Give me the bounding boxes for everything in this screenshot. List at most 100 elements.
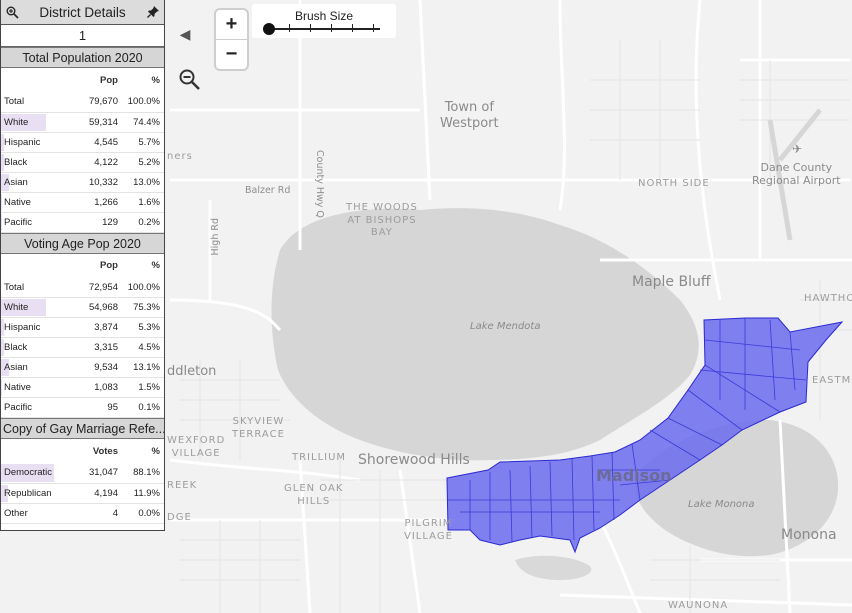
row-pop-value: 3,315: [57, 337, 122, 358]
pin-icon[interactable]: [145, 4, 161, 20]
table-row: Asian 10,332 13.0%: [1, 172, 164, 193]
row-label: Total: [4, 281, 25, 293]
brush-size-control: Brush Size: [252, 4, 396, 38]
column-header-pop: Pop: [100, 260, 118, 271]
row-pct-value: 0.1%: [122, 397, 164, 418]
label-shorewood-hills: Shorewood Hills: [358, 452, 470, 468]
table-row: White 59,314 74.4%: [1, 112, 164, 133]
district-details-panel: District Details 1 Total Population 2020…: [0, 0, 165, 531]
panel-header: District Details: [1, 0, 164, 25]
row-pop-value: 10,332: [57, 172, 122, 193]
column-header-pct: %: [151, 445, 160, 457]
row-pop-value: 1,083: [57, 377, 122, 398]
zoom-out-magnifier-icon[interactable]: [178, 68, 202, 92]
row-pct-value: 4.5%: [122, 337, 164, 358]
label-county-hwy-q: County Hwy Q: [314, 150, 325, 218]
row-pop-value: 95: [57, 397, 122, 418]
row-label-cell: Pacific: [1, 397, 57, 418]
row-label-cell: Republican: [1, 483, 57, 504]
label-monona: Monona: [781, 527, 837, 543]
row-label: Native: [4, 196, 31, 208]
row-label-cell: Asian: [1, 172, 57, 193]
row-pct-value: 74.4%: [122, 112, 164, 133]
collapse-panel-button[interactable]: ◀: [176, 24, 194, 44]
row-pop-value: 9,534: [57, 357, 122, 378]
row-label-cell: Asian: [1, 357, 57, 378]
column-header-pop: Votes: [92, 445, 118, 457]
share-bar: [1, 379, 2, 396]
row-pct-value: 0.2%: [122, 212, 164, 233]
row-pop-value: 4,122: [57, 152, 122, 173]
zoom-in-button[interactable]: +: [216, 10, 247, 39]
stats-table: Pop% Total 79,670 100.0% White 59,314 74.4% His…: [1, 68, 164, 233]
row-label: Black: [4, 156, 28, 168]
row-label-cell: White: [1, 112, 57, 133]
label-waunona: WAUNONA: [668, 600, 729, 611]
row-pop-value: 3,874: [57, 317, 122, 338]
row-pct-value: 5.3%: [122, 317, 164, 338]
brush-tick: [310, 24, 311, 32]
row-label: Hispanic: [4, 322, 41, 333]
row-pop-value: 4,545: [57, 132, 122, 153]
brush-size-track[interactable]: [268, 28, 380, 30]
zoom-out-button[interactable]: −: [216, 40, 247, 69]
label-pilgrim-village: PILGRIM VILLAGE: [404, 518, 453, 542]
label-lake-monona: Lake Monona: [688, 499, 755, 510]
brush-size-slider-knob[interactable]: [263, 23, 275, 35]
row-label-cell: Black: [1, 337, 57, 358]
row-pop-value: 1,266: [57, 192, 122, 213]
table-row: Other 4 0.0%: [1, 503, 164, 524]
brush-tick: [331, 24, 332, 32]
row-pct-value: 11.9%: [122, 483, 164, 504]
row-label-cell: Pacific: [1, 212, 57, 233]
row-label: Asian: [4, 362, 28, 373]
table-row: Republican 4,194 11.9%: [1, 483, 164, 504]
section-title: Total Population 2020: [1, 47, 164, 68]
column-header-name: [1, 68, 57, 92]
brush-tick: [289, 24, 290, 32]
row-label: Hispanic: [4, 136, 41, 148]
stats-table: Pop% Total 72,954 100.0% White 54,968 75.3% His…: [1, 254, 164, 418]
label-maple-bluff: Maple Bluff: [632, 274, 711, 290]
label-madison: Madison: [596, 466, 672, 485]
row-pct-value: 88.1%: [122, 463, 164, 484]
label-balzer-rd: Balzer Rd: [245, 185, 291, 196]
row-pct-value: 5.2%: [122, 152, 164, 173]
row-pct-value: 13.1%: [122, 357, 164, 378]
row-label-cell: Total: [1, 92, 57, 113]
label-ners: ners: [167, 151, 193, 162]
table-row: Black 4,122 5.2%: [1, 152, 164, 173]
table-header-row: Pop%: [1, 68, 164, 92]
row-label: Pacific: [4, 402, 32, 413]
row-label: Pacific: [4, 216, 32, 228]
label-town-of-westport: Town of Westport: [440, 100, 499, 132]
row-label: White: [4, 116, 29, 128]
table-row: Pacific 95 0.1%: [1, 397, 164, 418]
table-header-row: Votes%: [1, 439, 164, 463]
row-pop-value: 54,968: [57, 297, 122, 318]
row-pop-value: 31,047: [57, 463, 122, 484]
district-number: 1: [1, 25, 164, 47]
label-reek: REEK: [167, 480, 198, 491]
row-label: White: [4, 302, 29, 313]
table-row: Black 3,315 4.5%: [1, 337, 164, 358]
table-row: Native 1,083 1.5%: [1, 377, 164, 398]
label-middleton: ddleton: [167, 364, 217, 379]
section-title: Voting Age Pop 2020: [1, 232, 164, 254]
label-eastmo: EASTMO: [812, 375, 852, 386]
row-pop-value: 4: [57, 503, 122, 524]
label-trillium: TRILLIUM: [292, 452, 347, 463]
label-north-side: NORTH SIDE: [638, 178, 710, 189]
label-dane-county-airport: Dane County Regional Airport: [752, 161, 841, 188]
label-lake-mendota: Lake Mendota: [470, 321, 541, 332]
row-label-cell: Hispanic: [1, 132, 57, 153]
label-the-woods: THE WOODS AT BISHOPS BAY: [346, 202, 418, 238]
row-pct-value: 100.0%: [122, 92, 164, 113]
brush-tick: [373, 24, 374, 32]
column-header-name: [1, 254, 57, 278]
row-label: Asian: [4, 176, 28, 188]
table-header-row: Pop%: [1, 254, 164, 278]
row-label-cell: Democratic: [1, 463, 57, 484]
zoom-to-district-icon[interactable]: [4, 4, 20, 20]
table-row: Democratic 31,047 88.1%: [1, 463, 164, 484]
